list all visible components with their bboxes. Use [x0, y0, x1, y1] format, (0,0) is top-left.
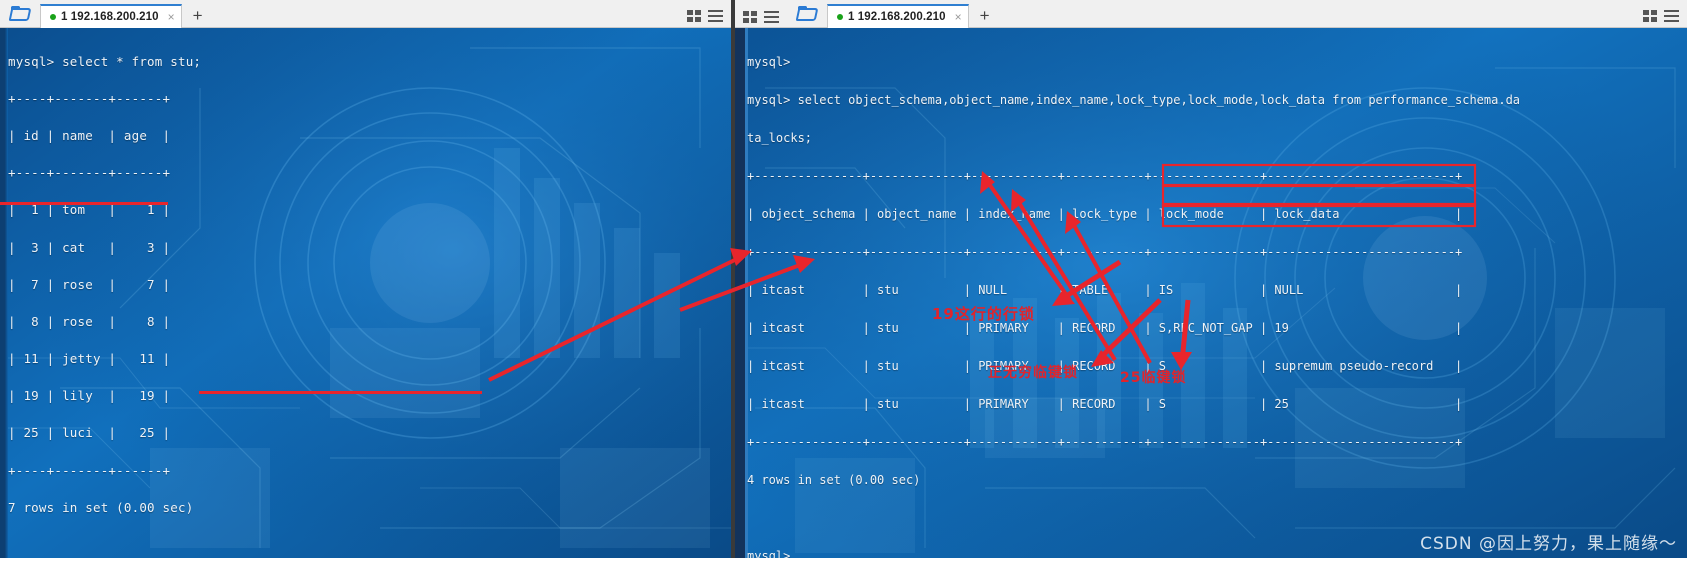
right-tab-session[interactable]: 1 192.168.200.210 ×	[827, 4, 969, 28]
terminal-app-window: 1 192.168.200.210 × + mysql> select * fr…	[0, 0, 1687, 558]
right-toolbar-left	[735, 11, 787, 27]
right-terminal-output: mysql> mysql> select object_schema,objec…	[735, 28, 1687, 558]
new-tab-button[interactable]: +	[969, 7, 999, 26]
terminal-line: | itcast | stu | PRIMARY | RECORD | S,RE…	[747, 321, 1463, 335]
terminal-line: | 8 | rose | 8 |	[8, 313, 171, 329]
terminal-line: +----+-------+------+	[8, 165, 171, 181]
open-folder-icon[interactable]	[10, 6, 32, 22]
terminal-line: ta_locks;	[747, 131, 813, 145]
terminal-line: mysql> select * from stu;	[8, 53, 202, 69]
left-tab-session[interactable]: 1 192.168.200.210 ×	[40, 4, 182, 28]
connection-status-dot	[837, 14, 843, 20]
terminal-line: +----+-------+------+	[8, 462, 171, 478]
right-toolbar-right	[1643, 10, 1687, 27]
terminal-line: | itcast | stu | PRIMARY | RECORD | S | …	[747, 397, 1463, 411]
list-view-icon[interactable]	[764, 11, 779, 23]
right-terminal[interactable]: mysql> mysql> select object_schema,objec…	[735, 28, 1687, 558]
right-tab-bar: 1 192.168.200.210 × +	[735, 0, 1687, 28]
terminal-line: 4 rows in set (0.00 sec)	[747, 473, 921, 487]
list-view-icon[interactable]	[708, 10, 723, 22]
open-folder-icon[interactable]	[797, 6, 819, 22]
left-tab-label: 1 192.168.200.210	[61, 11, 159, 23]
terminal-line: | object_schema | object_name | index_na…	[747, 207, 1463, 221]
terminal-line: +---------------+-------------+---------…	[747, 435, 1463, 449]
terminal-line: | 25 | luci | 25 |	[8, 425, 171, 441]
grid-view-icon[interactable]	[743, 11, 758, 23]
terminal-line: mysql>	[747, 549, 791, 558]
left-toolbar-right	[687, 10, 731, 27]
terminal-line: +---------------+-------------+---------…	[747, 169, 1463, 183]
left-terminal[interactable]: mysql> select * from stu; +----+-------+…	[0, 28, 731, 558]
list-view-icon[interactable]	[1664, 10, 1679, 22]
terminal-line: +---------------+-------------+---------…	[747, 245, 1463, 259]
close-icon[interactable]: ×	[955, 11, 962, 23]
terminal-line: | itcast | stu | NULL | TABLE | IS | NUL…	[747, 283, 1463, 297]
terminal-line: mysql>	[747, 55, 791, 69]
new-tab-button[interactable]: +	[182, 7, 212, 26]
connection-status-dot	[50, 14, 56, 20]
terminal-line: | id | name | age |	[8, 127, 171, 143]
terminal-line: | 19 | lily | 19 |	[8, 388, 171, 404]
terminal-line: | 11 | jetty | 11 |	[8, 351, 171, 367]
terminal-line: | itcast | stu | PRIMARY | RECORD | S | …	[747, 359, 1463, 373]
grid-view-icon[interactable]	[687, 10, 702, 22]
close-icon[interactable]: ×	[168, 11, 175, 23]
right-terminal-pane: 1 192.168.200.210 × + mysql> mysql> sele…	[735, 0, 1687, 558]
left-terminal-pane: 1 192.168.200.210 × + mysql> select * fr…	[0, 0, 731, 558]
left-tab-bar: 1 192.168.200.210 × +	[0, 0, 731, 28]
terminal-line: | 7 | rose | 7 |	[8, 276, 171, 292]
left-terminal-output: mysql> select * from stu; +----+-------+…	[0, 28, 731, 558]
right-tab-label: 1 192.168.200.210	[848, 11, 946, 23]
grid-view-icon[interactable]	[1643, 10, 1658, 22]
terminal-line: mysql> select object_schema,object_name,…	[747, 93, 1521, 107]
terminal-line: | 3 | cat | 3 |	[8, 239, 171, 255]
terminal-line: | 1 | tom | 1 |	[8, 202, 171, 218]
terminal-line: 7 rows in set (0.00 sec)	[8, 499, 194, 515]
terminal-line: +----+-------+------+	[8, 90, 171, 106]
